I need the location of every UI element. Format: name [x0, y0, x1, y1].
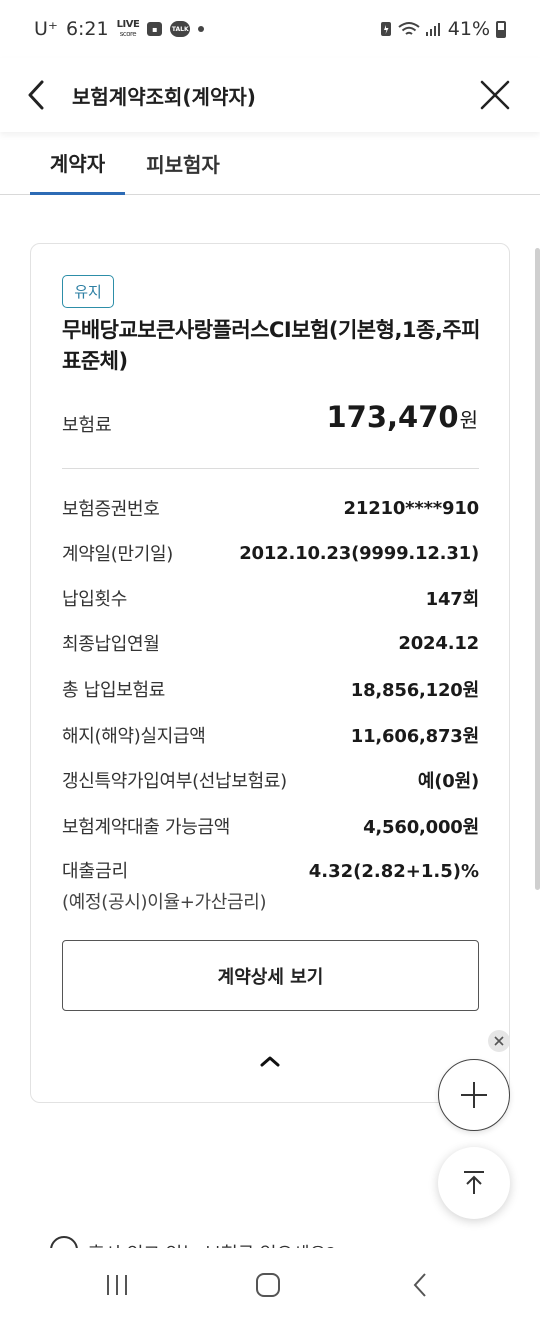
- battery-percent: 41%: [447, 18, 490, 40]
- detail-label: 해지(해약)실지급액: [62, 726, 206, 747]
- notice-text: 혹시 잊고 있는 보험금 없으세요?: [88, 1240, 336, 1248]
- detail-label: 보험증권번호: [62, 499, 160, 520]
- detail-label: 총 납입보험료: [62, 680, 165, 701]
- chevron-up-icon: [260, 1056, 280, 1067]
- close-button[interactable]: [470, 70, 520, 120]
- detail-row-total-paid: 총 납입보험료 18,856,120원: [62, 674, 479, 704]
- fab-add-button[interactable]: [438, 1059, 510, 1131]
- page-title: 보험계약조회(계약자): [72, 84, 256, 109]
- system-nav-bar: [0, 1248, 540, 1320]
- detail-row-loan-rate: 대출금리 (예정(공시)이율+가산금리) 4.32(2.82+1.5)%: [62, 857, 479, 917]
- detail-row-loan-available: 보험계약대출 가능금액 4,560,000원: [62, 811, 479, 841]
- premium-amount: 173,470: [326, 400, 459, 434]
- info-icon: [50, 1236, 78, 1248]
- detail-value: 2024.12: [398, 632, 479, 654]
- contract-card: 유지 무배당교보큰사랑플러스CI보험(기본형,1종,주피표준체) 보험료 173…: [30, 243, 510, 1103]
- scrollbar[interactable]: [535, 248, 540, 890]
- back-arrow-icon: [28, 80, 44, 110]
- detail-label: 계약일(만기일): [62, 544, 174, 565]
- detail-label: 최종납입연월: [62, 634, 160, 655]
- fab-dismiss-button[interactable]: [488, 1030, 510, 1052]
- back-button[interactable]: [0, 58, 72, 132]
- clock: 6:21: [65, 18, 109, 40]
- contract-detail-button[interactable]: 계약상세 보기: [62, 940, 479, 1011]
- detail-row-policy-number: 보험증권번호 21210****910: [62, 493, 479, 523]
- detail-value: 147회: [425, 589, 480, 610]
- premium-unit: 원: [459, 408, 478, 432]
- detail-row-contract-date: 계약일(만기일) 2012.10.23(9999.12.31): [62, 538, 479, 568]
- recent-apps-icon: [107, 1275, 127, 1295]
- detail-value: 예(0원): [417, 771, 479, 792]
- detail-row-payment-count: 납입횟수 147회: [62, 583, 479, 613]
- product-name: 무배당교보큰사랑플러스CI보험(기본형,1종,주피표준체): [62, 318, 480, 373]
- detail-label: 갱신특약가입여부(선납보험료): [62, 771, 287, 792]
- talk-icon: TALK: [170, 21, 191, 37]
- detail-value: 4,560,000원: [363, 817, 479, 838]
- plus-icon: [461, 1082, 487, 1108]
- premium-label: 보험료: [62, 415, 112, 436]
- detail-row-renewal-rider: 갱신특약가입여부(선납보험료) 예(0원): [62, 765, 479, 795]
- status-badge: 유지: [62, 275, 114, 308]
- tab-policyholder[interactable]: 계약자: [30, 132, 125, 195]
- detail-label: 납입횟수: [62, 589, 128, 610]
- status-right: 41%: [380, 18, 506, 40]
- battery-saver-icon: [380, 22, 391, 36]
- loan-rate-value: 4.32(2.82+1.5)%: [308, 861, 479, 882]
- status-left: U⁺ 6:21 LIVE score ▪ TALK: [34, 18, 205, 40]
- detail-row-surrender-value: 해지(해약)실지급액 11,606,873원: [62, 720, 479, 750]
- loan-rate-sublabel: (예정(공시)이율+가산금리): [62, 892, 267, 913]
- detail-value: 2012.10.23(9999.12.31): [239, 542, 479, 564]
- scroll-to-top-button[interactable]: [438, 1147, 510, 1219]
- detail-value: 21210****910: [343, 497, 480, 519]
- close-icon: [480, 80, 510, 110]
- detail-value: 18,856,120원: [350, 680, 479, 701]
- status-bar: U⁺ 6:21 LIVE score ▪ TALK 41%: [0, 0, 540, 58]
- divider: [62, 468, 479, 469]
- arrow-to-top-icon: [464, 1171, 484, 1194]
- app-bar: 보험계약조회(계약자): [0, 58, 540, 132]
- notice-banner[interactable]: 혹시 잊고 있는 보험금 없으세요?: [50, 1234, 450, 1248]
- notification-icon: ▪: [147, 22, 163, 36]
- battery-icon: [496, 20, 506, 38]
- tab-bar: 계약자 피보험자: [0, 132, 540, 195]
- live-score-icon: LIVE score: [116, 18, 140, 38]
- nav-back-icon: [413, 1273, 426, 1297]
- detail-row-last-payment: 최종납입연월 2024.12: [62, 628, 479, 658]
- premium-value: 173,470 원: [327, 400, 479, 434]
- loan-rate-label: 대출금리: [62, 861, 129, 882]
- signal-icon: [425, 23, 440, 36]
- close-icon: [494, 1036, 504, 1046]
- recent-apps-button[interactable]: [97, 1268, 137, 1302]
- detail-label: 보험계약대출 가능금액: [62, 817, 231, 838]
- tab-insured[interactable]: 피보험자: [125, 132, 241, 195]
- home-button[interactable]: [248, 1268, 288, 1302]
- nav-back-button[interactable]: [400, 1268, 440, 1302]
- home-icon: [256, 1273, 280, 1297]
- collapse-button[interactable]: [254, 1049, 286, 1073]
- detail-value: 11,606,873원: [350, 726, 479, 747]
- more-notifications-dot: [198, 26, 205, 32]
- carrier-label: U⁺: [34, 18, 58, 40]
- wifi-icon: [398, 22, 420, 35]
